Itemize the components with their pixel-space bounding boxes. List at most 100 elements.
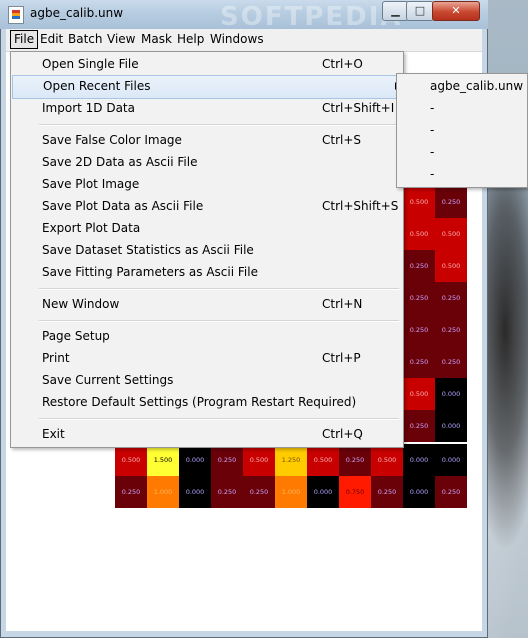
menu-item-print[interactable]: Print Ctrl+P: [11, 347, 403, 369]
menu-item-save-false-color-image[interactable]: Save False Color Image Ctrl+S: [11, 129, 403, 151]
grid-cell: 0.250: [403, 250, 435, 282]
window-title: agbe_calib.unw: [30, 6, 124, 20]
menu-item-shortcut: Ctrl+S: [322, 133, 362, 147]
grid-cell: 0.000: [179, 444, 211, 476]
grid-cell: 0.250: [211, 444, 243, 476]
menu-item-open-single-file[interactable]: Open Single File Ctrl+O: [11, 53, 403, 75]
menu-item-shortcut: Ctrl+N: [322, 297, 363, 311]
grid-cell: 1.500: [147, 444, 179, 476]
grid-cell: 0.250: [403, 410, 435, 442]
menu-item-save-plot-image[interactable]: Save Plot Image: [11, 173, 403, 195]
menu-item-label: Save Plot Data as Ascii File: [42, 199, 204, 213]
menu-edit[interactable]: Edit: [37, 31, 66, 48]
grid-cell: 0.250: [435, 282, 467, 314]
menu-separator: [39, 320, 399, 322]
grid-cell: 0.500: [403, 218, 435, 250]
menu-item-save-fitting-parameters[interactable]: Save Fitting Parameters as Ascii File: [11, 261, 403, 283]
recent-file-label: -: [430, 123, 435, 137]
grid-cell: 1.000: [275, 476, 307, 508]
menu-item-new-window[interactable]: New Window Ctrl+N: [11, 293, 403, 315]
recent-file-item[interactable]: -: [397, 119, 527, 141]
grid-cell: 0.250: [371, 476, 403, 508]
grid-cell: 0.000: [435, 444, 467, 476]
menu-item-label: Print: [42, 351, 70, 365]
menu-item-shortcut: Ctrl+Q: [322, 427, 363, 441]
menu-item-label: Restore Default Settings (Program Restar…: [42, 395, 357, 409]
grid-cell: 0.000: [435, 410, 467, 442]
grid-cell: 0.250: [243, 476, 275, 508]
grid-cell: 0.000: [435, 378, 467, 410]
recent-files-submenu: agbe_calib.unw - - - -: [396, 73, 528, 188]
menu-help[interactable]: Help: [174, 31, 207, 48]
recent-file-item[interactable]: -: [397, 163, 527, 185]
close-button[interactable]: ✕: [432, 1, 480, 21]
grid-cell: 1.250: [275, 444, 307, 476]
menu-item-shortcut: Ctrl+O: [322, 57, 363, 71]
recent-file-item[interactable]: agbe_calib.unw: [397, 75, 527, 97]
recent-file-item[interactable]: -: [397, 141, 527, 163]
file-menu: Open Single File Ctrl+O Open Recent File…: [10, 51, 404, 448]
app-icon: [8, 6, 24, 24]
grid-cell: 0.250: [435, 314, 467, 346]
menu-item-label: Save Plot Image: [42, 177, 140, 191]
recent-file-label: agbe_calib.unw: [430, 79, 524, 93]
menu-item-exit[interactable]: Exit Ctrl+Q: [11, 423, 403, 445]
menu-mask[interactable]: Mask: [138, 31, 175, 48]
grid-cell: 0.250: [435, 186, 467, 218]
grid-cell: 0.250: [403, 314, 435, 346]
menu-separator: [39, 124, 399, 126]
grid-cell: 0.500: [403, 186, 435, 218]
menu-item-save-dataset-statistics[interactable]: Save Dataset Statistics as Ascii File: [11, 239, 403, 261]
recent-file-label: -: [430, 145, 435, 159]
menu-item-save-2d-data[interactable]: Save 2D Data as Ascii File: [11, 151, 403, 173]
menu-item-label: Open Recent Files: [43, 79, 151, 93]
grid-cell: 0.250: [403, 282, 435, 314]
watermark: SOFTPEDIA: [220, 2, 403, 32]
grid-cell: 0.250: [211, 476, 243, 508]
menu-item-label: Save Current Settings: [42, 373, 174, 387]
grid-cell: 0.000: [179, 476, 211, 508]
grid-cell: 0.000: [403, 444, 435, 476]
menu-item-shortcut: Ctrl+Shift+I: [322, 101, 395, 115]
recent-file-label: -: [430, 101, 435, 115]
menu-item-save-current-settings[interactable]: Save Current Settings: [11, 369, 403, 391]
grid-cell: 0.250: [339, 444, 371, 476]
menu-bar: File Edit Batch View Mask Help Windows: [6, 29, 482, 52]
menu-file[interactable]: File: [10, 30, 39, 49]
menu-item-shortcut: Ctrl+P: [322, 351, 361, 365]
grid-cell: 0.000: [307, 476, 339, 508]
grid-cell: 0.250: [115, 476, 147, 508]
menu-item-page-setup[interactable]: Page Setup: [11, 325, 403, 347]
grid-cell: 0.250: [403, 346, 435, 378]
grid-cell: 0.000: [403, 476, 435, 508]
grid-cell: 0.500: [435, 218, 467, 250]
menu-windows[interactable]: Windows: [207, 31, 267, 48]
menu-separator: [39, 288, 399, 290]
grid-cell: 0.500: [307, 444, 339, 476]
recent-file-item[interactable]: -: [397, 97, 527, 119]
menu-item-restore-default-settings[interactable]: Restore Default Settings (Program Restar…: [11, 391, 403, 413]
menu-item-label: Open Single File: [42, 57, 139, 71]
grid-cell: 0.500: [435, 250, 467, 282]
menu-view[interactable]: View: [104, 31, 138, 48]
menu-item-shortcut: Ctrl+Shift+S: [322, 199, 399, 213]
menu-item-label: New Window: [42, 297, 120, 311]
menu-item-export-plot-data[interactable]: Export Plot Data: [11, 217, 403, 239]
title-bar[interactable]: agbe_calib.unw SOFTPEDIA ▁ □ ✕: [0, 0, 488, 32]
menu-item-label: Save 2D Data as Ascii File: [42, 155, 198, 169]
menu-item-label: Save Dataset Statistics as Ascii File: [42, 243, 254, 257]
menu-item-open-recent-files[interactable]: Open Recent Files: [12, 75, 402, 99]
minimize-button[interactable]: ▁: [382, 1, 409, 21]
menu-item-label: Export Plot Data: [42, 221, 141, 235]
menu-item-import-1d-data[interactable]: Import 1D Data Ctrl+Shift+I: [11, 97, 403, 119]
maximize-button[interactable]: □: [406, 1, 434, 21]
grid-cell: 0.500: [243, 444, 275, 476]
recent-file-label: -: [430, 167, 435, 181]
menu-item-save-plot-data[interactable]: Save Plot Data as Ascii File Ctrl+Shift+…: [11, 195, 403, 217]
menu-item-label: Import 1D Data: [42, 101, 135, 115]
menu-batch[interactable]: Batch: [65, 31, 106, 48]
menu-item-label: Exit: [42, 427, 65, 441]
menu-item-label: Save Fitting Parameters as Ascii File: [42, 265, 258, 279]
grid-cell: 0.500: [115, 444, 147, 476]
grid-cell: 0.250: [435, 346, 467, 378]
